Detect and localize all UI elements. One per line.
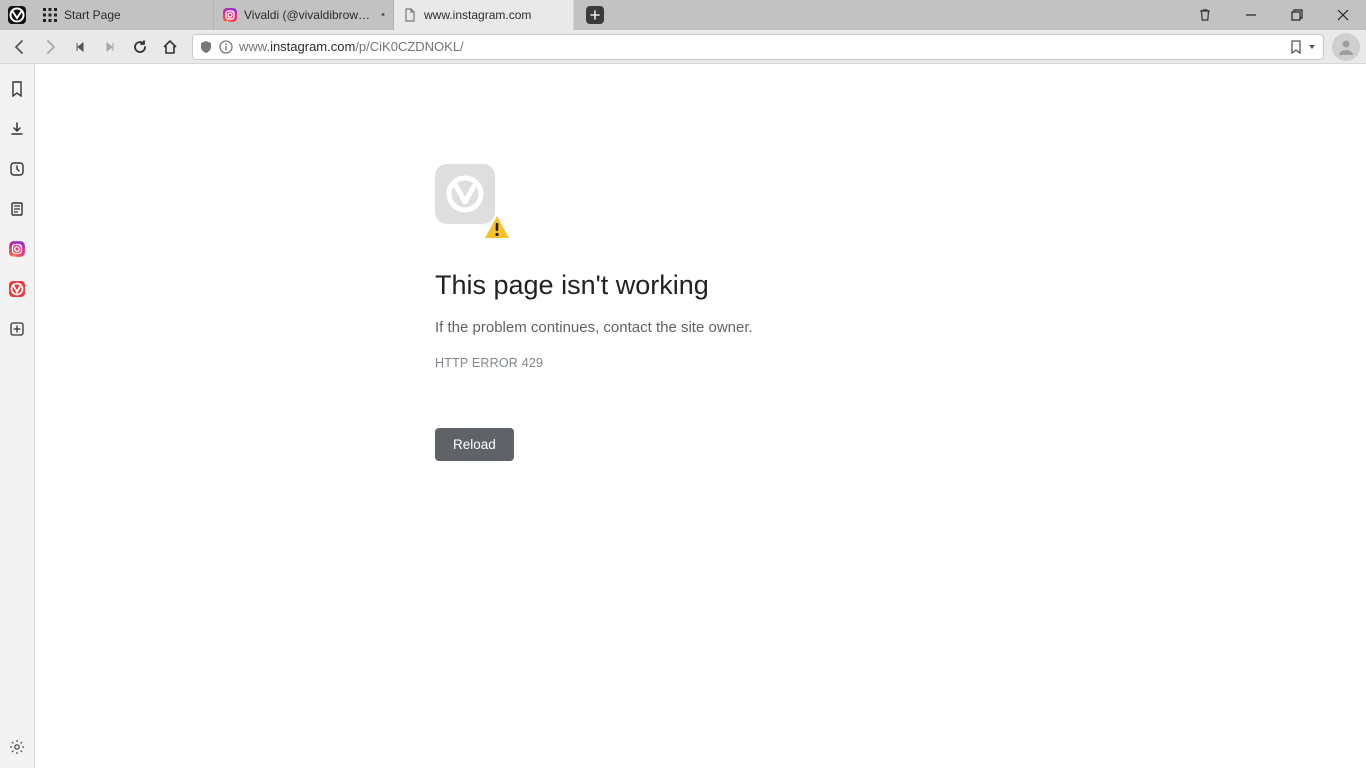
tab-bar: Start Page Vivaldi (@vivaldibrowser) • w… xyxy=(0,0,1366,30)
tab-start-page[interactable]: Start Page xyxy=(34,0,214,30)
tab-vivaldi-instagram[interactable]: Vivaldi (@vivaldibrowser) • xyxy=(214,0,394,30)
vivaldi-menu-button[interactable] xyxy=(0,0,34,30)
minimize-button[interactable] xyxy=(1228,0,1274,30)
trash-button[interactable] xyxy=(1182,0,1228,30)
reload-button[interactable] xyxy=(126,33,154,61)
url-text: www.instagram.com/p/CiK0CZDNOKL/ xyxy=(239,39,464,54)
new-tab-button[interactable] xyxy=(580,4,610,26)
back-button[interactable] xyxy=(6,33,34,61)
page-content: This page isn't working If the problem c… xyxy=(35,64,1366,768)
panel-history-button[interactable] xyxy=(6,158,28,180)
page-icon xyxy=(402,7,418,23)
side-panel xyxy=(0,64,35,768)
tab-modified-indicator: • xyxy=(381,9,385,21)
warning-icon xyxy=(483,214,511,240)
error-title: This page isn't working xyxy=(435,270,1035,301)
fast-forward-button[interactable] xyxy=(96,33,124,61)
panel-add-button[interactable] xyxy=(6,318,28,340)
reload-page-button[interactable]: Reload xyxy=(435,428,514,461)
address-bar[interactable]: www.instagram.com/p/CiK0CZDNOKL/ xyxy=(192,34,1324,60)
info-icon[interactable] xyxy=(219,40,233,54)
error-page-icon xyxy=(435,164,507,236)
panel-vivaldi-button[interactable] xyxy=(6,278,28,300)
maximize-button[interactable] xyxy=(1274,0,1320,30)
window-controls xyxy=(1182,0,1366,30)
rewind-button[interactable] xyxy=(66,33,94,61)
home-button[interactable] xyxy=(156,33,184,61)
panel-instagram-button[interactable] xyxy=(6,238,28,260)
tab-label: Start Page xyxy=(64,8,205,22)
profile-button[interactable] xyxy=(1332,33,1360,61)
panel-settings-button[interactable] xyxy=(6,736,28,758)
error-message: If the problem continues, contact the si… xyxy=(435,319,1035,336)
close-button[interactable] xyxy=(1320,0,1366,30)
tab-label: Vivaldi (@vivaldibrowser) xyxy=(244,8,375,22)
shield-icon[interactable] xyxy=(199,40,213,54)
instagram-icon xyxy=(222,7,238,23)
nav-bar: www.instagram.com/p/CiK0CZDNOKL/ xyxy=(0,30,1366,64)
bookmark-icon[interactable] xyxy=(1289,40,1303,54)
panel-notes-button[interactable] xyxy=(6,198,28,220)
grid-icon xyxy=(42,7,58,23)
error-code: HTTP ERROR 429 xyxy=(435,356,1035,370)
plus-icon xyxy=(586,6,604,24)
forward-button[interactable] xyxy=(36,33,64,61)
panel-bookmarks-button[interactable] xyxy=(6,78,28,100)
tab-instagram-post[interactable]: www.instagram.com xyxy=(394,0,574,30)
tab-label: www.instagram.com xyxy=(424,8,565,22)
bookmark-dropdown-icon[interactable] xyxy=(1307,42,1317,52)
panel-downloads-button[interactable] xyxy=(6,118,28,140)
